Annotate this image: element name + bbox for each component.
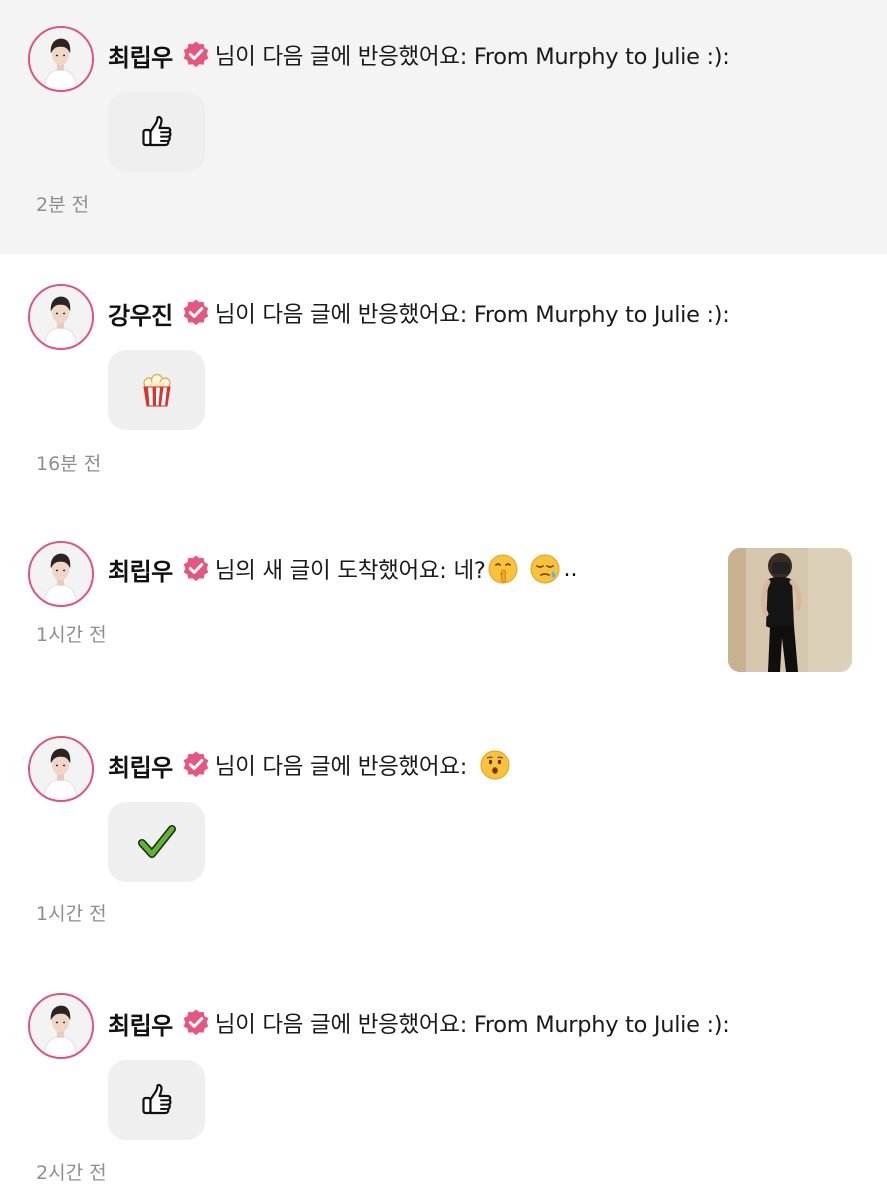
- notification-message: 님이 다음 글에 반응했어요: From Murphy to Julie :):: [214, 1012, 730, 1038]
- post-thumbnail[interactable]: [728, 548, 852, 672]
- message-ellipsis: ..: [563, 556, 578, 582]
- notification-text: 강우진 님이 다음 글에 반응했어요: From Murphy to Julie…: [108, 293, 730, 333]
- sleepy-face-icon: [529, 553, 561, 585]
- user-name[interactable]: 최립우: [108, 748, 173, 783]
- timestamp: 1시간 전: [36, 624, 107, 646]
- notification-item[interactable]: 최립우 님이 다음 글에 반응했어요: From Murphy to Julie…: [0, 958, 887, 1200]
- timestamp: 1시간 전: [36, 903, 107, 925]
- timestamp: 16분 전: [36, 453, 102, 475]
- reaction-bubble[interactable]: [108, 350, 205, 430]
- verified-badge-icon: [181, 40, 211, 70]
- avatar[interactable]: [28, 541, 94, 607]
- thumbs-up-icon: [137, 112, 177, 152]
- reaction-bubble[interactable]: [108, 802, 205, 882]
- timestamp: 2시간 전: [36, 1162, 107, 1184]
- notification-message: 님이 다음 글에 반응했어요: From Murphy to Julie :):: [214, 44, 730, 70]
- verified-badge-icon: [181, 298, 211, 328]
- user-name[interactable]: 최립우: [108, 38, 173, 73]
- notification-text: 최립우 님이 다음 글에 반응했어요: From Murphy to Julie…: [108, 35, 730, 75]
- verified-badge-icon: [181, 554, 211, 584]
- notification-text: 최립우 님이 다음 글에 반응했어요:: [108, 745, 511, 785]
- hushed-face-icon: [479, 749, 511, 781]
- user-name[interactable]: 최립우: [108, 1006, 173, 1041]
- popcorn-icon: [137, 370, 177, 410]
- notification-message: 님이 다음 글에 반응했어요: From Murphy to Julie :):: [214, 302, 730, 328]
- notification-item[interactable]: 강우진 님이 다음 글에 반응했어요: From Murphy to Julie…: [0, 254, 887, 498]
- verified-badge-icon: [181, 1008, 211, 1038]
- user-name[interactable]: 최립우: [108, 552, 173, 587]
- notification-text: 최립우 님이 다음 글에 반응했어요: From Murphy to Julie…: [108, 1003, 730, 1043]
- notification-message: 님의 새 글이 도착했어요: 네?: [214, 558, 486, 584]
- reaction-bubble[interactable]: [108, 92, 205, 172]
- avatar[interactable]: [28, 736, 94, 802]
- timestamp: 2분 전: [36, 194, 90, 216]
- notification-item[interactable]: 최립우 님이 다음 글에 반응했어요: From Murphy to Julie…: [0, 0, 887, 254]
- user-name[interactable]: 강우진: [108, 296, 173, 331]
- shushing-face-icon: [487, 553, 519, 585]
- notification-text: 최립우 님의 새 글이 도착했어요: 네? ..: [108, 549, 577, 589]
- verified-badge-icon: [181, 750, 211, 780]
- notification-message: 님이 다음 글에 반응했어요:: [214, 754, 468, 780]
- avatar[interactable]: [28, 26, 94, 92]
- notification-feed: 최립우 님이 다음 글에 반응했어요: From Murphy to Julie…: [0, 0, 887, 1200]
- reaction-bubble[interactable]: [108, 1060, 205, 1140]
- avatar[interactable]: [28, 993, 94, 1059]
- notification-item[interactable]: 최립우 님이 다음 글에 반응했어요: 1시간 전: [0, 698, 887, 958]
- check-mark-icon: [137, 822, 177, 862]
- avatar[interactable]: [28, 284, 94, 350]
- thumbs-up-icon: [137, 1080, 177, 1120]
- notification-item[interactable]: 최립우 님의 새 글이 도착했어요: 네? .. 1시간 전: [0, 498, 887, 698]
